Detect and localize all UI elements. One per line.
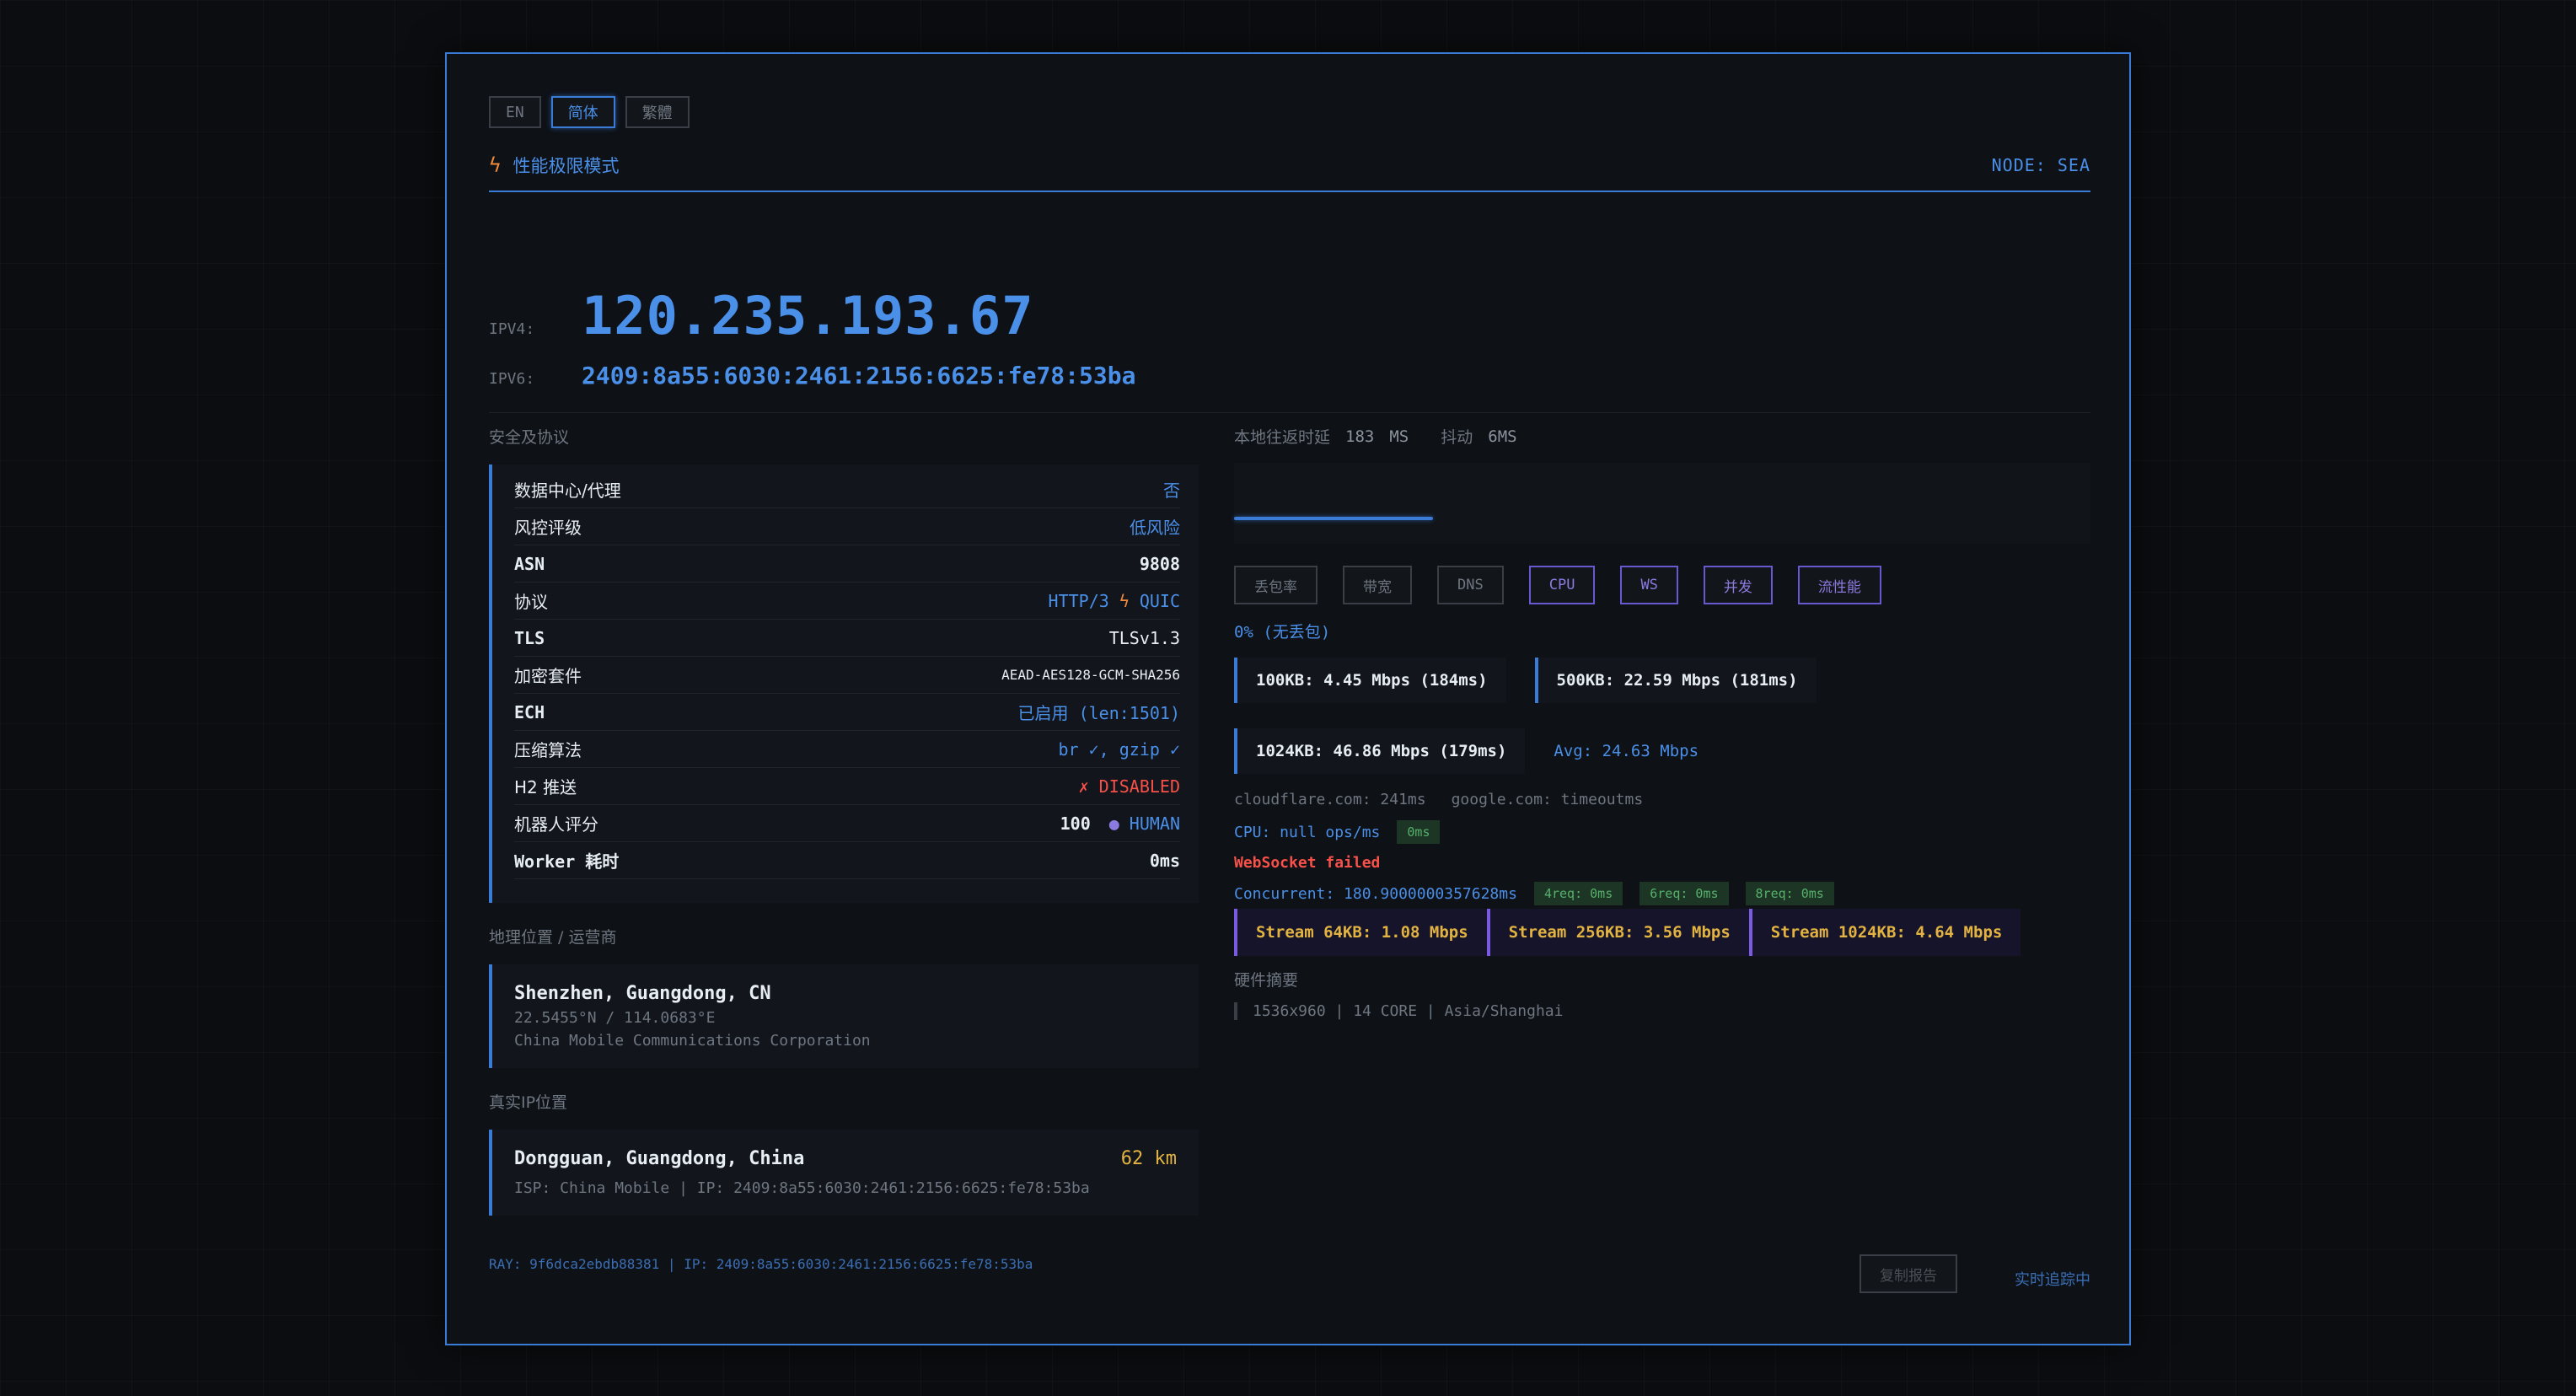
hardware-title: 硬件摘要 xyxy=(1234,971,1299,990)
ip-block: IPV4: 120.235.193.67 IPV6: 2409:8a55:603… xyxy=(489,234,2090,413)
table-row: 压缩算法 br ✓, gzip ✓ xyxy=(514,731,1180,768)
ipv6-label: IPV6: xyxy=(489,370,535,388)
language-switcher: EN 简体 繁體 xyxy=(489,96,690,128)
real-isp: ISP: China Mobile | IP: 2409:8a55:6030:2… xyxy=(514,1179,1090,1197)
cpu-result: CPU: null ops/ms 0ms xyxy=(1234,820,2090,844)
lightning-icon: ϟ xyxy=(1119,590,1130,611)
copy-report-button[interactable]: 复制报告 xyxy=(1860,1254,1957,1293)
mode-label: 性能极限模式 xyxy=(513,156,620,176)
sparkline-trace xyxy=(1234,517,1433,520)
dns-results: cloudflare.com: 241ms google.com: timeou… xyxy=(1234,791,2090,808)
tab-concurrency[interactable]: 并发 xyxy=(1703,566,1773,604)
ipv4-value: 120.235.193.67 xyxy=(582,285,1034,346)
stream-256kb: Stream 256KB: 3.56 Mbps xyxy=(1486,909,1749,956)
table-row: 协议 HTTP/3 ϟ QUIC xyxy=(514,583,1180,620)
tab-dns[interactable]: DNS xyxy=(1437,566,1504,604)
jitter-value: 6MS xyxy=(1488,427,1517,446)
rtt-label: 本地往返时延 xyxy=(1234,428,1331,447)
table-row: 加密套件 AEAD-AES128-GCM-SHA256 xyxy=(514,657,1180,694)
bandwidth-500kb: 500KB: 22.59 Mbps (181ms) xyxy=(1534,658,1817,703)
tab-cpu[interactable]: CPU xyxy=(1528,566,1596,604)
real-ip-title: 真实IP位置 xyxy=(489,1093,568,1112)
concurrency-text: Concurrent: 180.9000000357628ms xyxy=(1234,884,1517,903)
geo-org: China Mobile Communications Corporation xyxy=(514,1032,871,1050)
ipv6-value: 2409:8a55:6030:2461:2156:6625:fe78:53ba xyxy=(582,362,1136,389)
lightning-icon: ϟ xyxy=(489,153,502,177)
stream-1024kb: Stream 1024KB: 4.64 Mbps xyxy=(1748,909,2021,956)
table-row: H2 推送 ✗ DISABLED xyxy=(514,768,1180,805)
packet-loss-value: 0% (无丢包) xyxy=(1234,623,1331,642)
geo-title: 地理位置 / 运营商 xyxy=(489,928,617,947)
table-row: ECH 已启用 (len:1501) xyxy=(514,694,1180,731)
right-column: 本地往返时延 183 MS 抖动 6MS 丢包率 带宽 DNS CPU WS 并… xyxy=(1234,425,2090,1020)
geo-coords: 22.5455°N / 114.0683°E xyxy=(514,1009,716,1027)
report-card: EN 简体 繁體 ϟ 性能极限模式 NODE: SEA IPV4: 120.23… xyxy=(445,52,2131,1345)
cpu-chip: 0ms xyxy=(1397,820,1441,844)
concurrency-chip-6: 6req: 0ms xyxy=(1640,882,1729,905)
distance-value: 62 km xyxy=(1120,1148,1177,1169)
hardware-summary: 1536x960 | 14 CORE | Asia/Shanghai xyxy=(1234,1002,2090,1020)
mode-header: ϟ 性能极限模式 NODE: SEA xyxy=(489,152,2090,192)
stream-results: Stream 64KB: 1.08 Mbps Stream 256KB: 3.5… xyxy=(1234,909,2090,956)
dns-google: google.com: timeoutms xyxy=(1451,791,1644,808)
stream-64kb: Stream 64KB: 1.08 Mbps xyxy=(1234,909,1487,956)
rtt-unit: MS xyxy=(1389,427,1409,446)
ray-id: RAY: 9f6dca2ebdb88381 | IP: 2409:8a55:60… xyxy=(489,1256,1033,1272)
user-icon: ● xyxy=(1108,813,1119,834)
test-tabs: 丢包率 带宽 DNS CPU WS 并发 流性能 xyxy=(1234,566,2090,604)
real-city: Dongguan, Guangdong, China xyxy=(514,1148,805,1169)
security-title: 安全及协议 xyxy=(489,428,570,447)
websocket-status: WebSocket failed xyxy=(1234,854,1381,872)
lang-zh-hans-button[interactable]: 简体 xyxy=(550,96,615,128)
concurrency-chip-8: 8req: 0ms xyxy=(1745,882,1834,905)
table-row: ASN 9808 xyxy=(514,545,1180,583)
dns-cloudflare: cloudflare.com: 241ms xyxy=(1234,791,1426,808)
bandwidth-100kb: 100KB: 4.45 Mbps (184ms) xyxy=(1234,658,1506,703)
tab-bandwidth[interactable]: 带宽 xyxy=(1343,566,1412,604)
cpu-text: CPU: null ops/ms xyxy=(1234,823,1381,841)
table-row: 风控评级 低风险 xyxy=(514,508,1180,545)
concurrency-result: Concurrent: 180.9000000357628ms 4req: 0m… xyxy=(1234,882,2090,905)
ipv4-label: IPV4: xyxy=(489,320,535,338)
concurrency-chip-4: 4req: 0ms xyxy=(1533,882,1623,905)
table-row: 数据中心/代理 否 xyxy=(514,471,1180,508)
table-row: 机器人评分 100 ● HUMAN xyxy=(514,805,1180,842)
tracking-status: 实时追踪中 xyxy=(2015,1271,2090,1289)
bandwidth-avg: Avg: 24.63 Mbps xyxy=(1554,742,1699,760)
left-column: 安全及协议 数据中心/代理 否 风控评级 低风险 ASN 9808 协议 HTT… xyxy=(489,425,1199,1216)
table-row: TLS TLSv1.3 xyxy=(514,620,1180,657)
table-row: Worker 耗时 0ms xyxy=(514,842,1180,879)
tab-stream[interactable]: 流性能 xyxy=(1797,566,1881,604)
real-ip-card: Dongguan, Guangdong, China 62 km ISP: Ch… xyxy=(489,1130,1199,1216)
lang-zh-hant-button[interactable]: 繁體 xyxy=(625,96,690,128)
latency-sparkline xyxy=(1234,463,2090,544)
rtt-value: 183 xyxy=(1345,427,1375,446)
bandwidth-1024kb: 1024KB: 46.86 Mbps (179ms) xyxy=(1234,728,1526,774)
bandwidth-grid: 100KB: 4.45 Mbps (184ms) 500KB: 22.59 Mb… xyxy=(1234,658,1841,774)
jitter-label: 抖动 xyxy=(1441,428,1473,447)
tab-packet-loss[interactable]: 丢包率 xyxy=(1234,566,1318,604)
geo-city: Shenzhen, Guangdong, CN xyxy=(514,983,771,1004)
node-label: NODE: SEA xyxy=(1991,155,2090,175)
rtt-row: 本地往返时延 183 MS 抖动 6MS xyxy=(1234,425,2090,448)
security-table: 数据中心/代理 否 风控评级 低风险 ASN 9808 协议 HTTP/3 ϟ … xyxy=(489,464,1199,903)
tab-ws[interactable]: WS xyxy=(1620,566,1678,604)
geo-card: Shenzhen, Guangdong, CN 22.5455°N / 114.… xyxy=(489,964,1199,1068)
lang-en-button[interactable]: EN xyxy=(489,96,541,128)
